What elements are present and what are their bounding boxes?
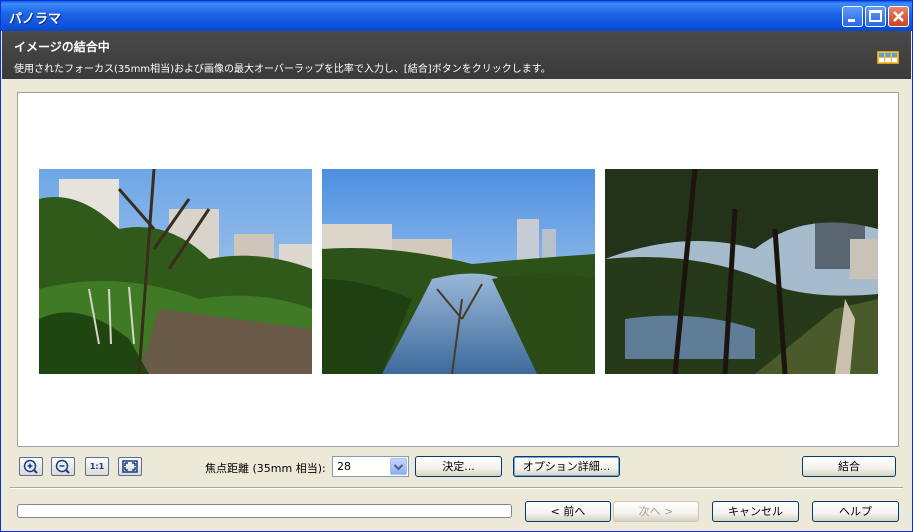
fit-to-window-icon [122, 460, 138, 473]
photo-2[interactable] [322, 169, 595, 374]
window-title: パノラマ [9, 12, 62, 27]
preview-area[interactable] [17, 92, 899, 447]
separator [10, 487, 903, 489]
next-button[interactable]: 次へ > [613, 501, 699, 522]
header-title: イメージの結合中 [14, 40, 110, 54]
fit-to-window-button[interactable] [118, 457, 142, 476]
zoom-out-button[interactable] [51, 457, 75, 476]
merge-button[interactable]: 結合 [802, 456, 896, 477]
panorama-window: パノラマ イメージの結合中 使用されたフォーカス(35mm相当)および画像の最大… [0, 0, 913, 532]
minimize-icon [848, 19, 855, 22]
progress-bar [17, 504, 512, 518]
cancel-button[interactable]: キャンセル [712, 501, 799, 522]
photo-3[interactable] [605, 169, 878, 374]
preview-toolbar: 1:1 焦点距離 (35mm 相当): 28 決定... オプション詳細... … [1, 456, 912, 478]
zoom-in-icon [23, 459, 38, 474]
photo-1[interactable] [39, 169, 312, 374]
zoom-out-icon [55, 459, 70, 474]
maximize-icon [869, 10, 882, 22]
focal-length-value: 28 [337, 460, 351, 473]
focal-length-label: 焦点距離 (35mm 相当): [205, 462, 326, 475]
help-button[interactable]: ヘルプ [812, 501, 899, 522]
options-detail-button[interactable]: オプション詳細... [513, 456, 620, 477]
header-description: 使用されたフォーカス(35mm相当)および画像の最大オーバーラップを比率で入力し… [14, 64, 551, 75]
maximize-button[interactable] [865, 6, 886, 27]
chevron-down-icon[interactable] [390, 458, 407, 475]
minimize-button[interactable] [842, 6, 863, 27]
focal-length-select[interactable]: 28 [332, 456, 409, 477]
actual-size-button[interactable]: 1:1 [85, 457, 109, 476]
close-icon [893, 11, 904, 22]
decide-button[interactable]: 決定... [415, 456, 502, 477]
panorama-grid-icon [877, 51, 899, 64]
wizard-header: イメージの結合中 使用されたフォーカス(35mm相当)および画像の最大オーバーラ… [2, 31, 911, 79]
zoom-in-button[interactable] [19, 457, 43, 476]
close-button[interactable] [888, 6, 909, 27]
back-button[interactable]: < 前へ [525, 501, 611, 522]
title-bar[interactable]: パノラマ [1, 1, 912, 31]
